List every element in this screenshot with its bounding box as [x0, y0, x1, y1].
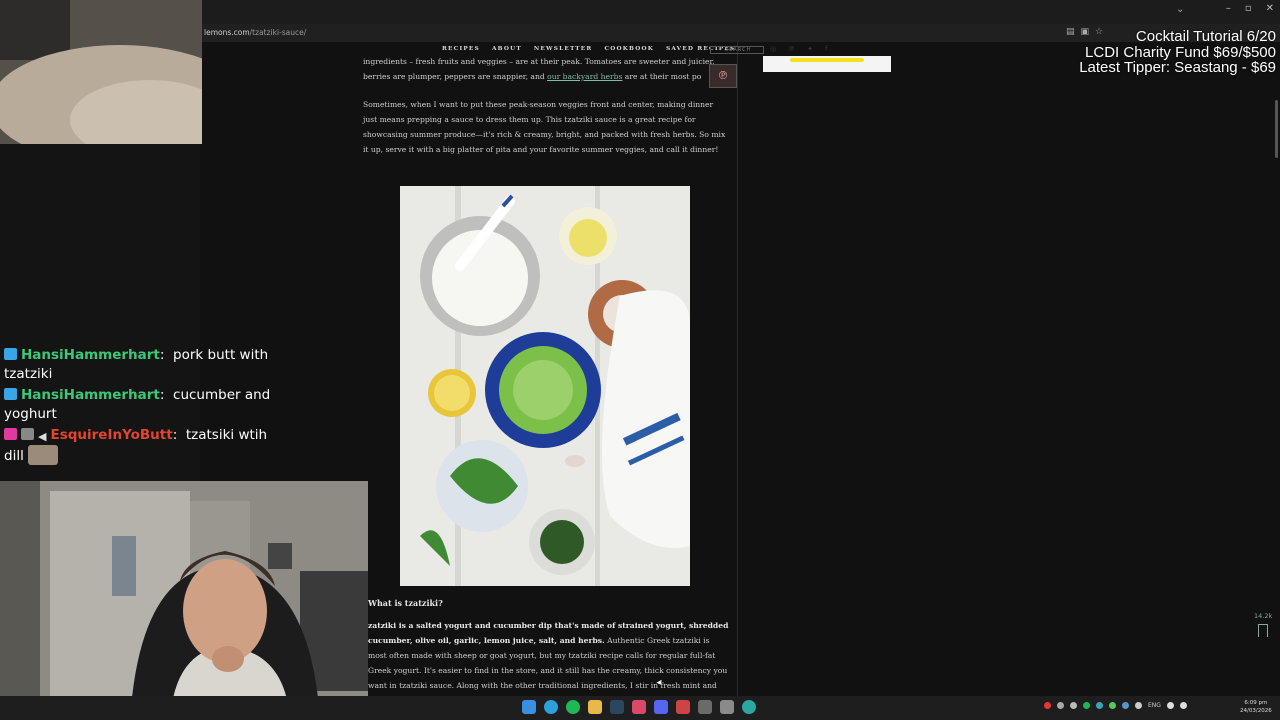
minimize-button[interactable]: – — [1226, 3, 1231, 14]
speaker-badge-icon: ◀ — [38, 430, 47, 443]
tzatziki-ingredients-photo — [400, 186, 690, 586]
chat-username[interactable]: HansiHammerhart — [21, 347, 160, 363]
overlay-charity-fund: LCDI Charity Fund $69/$500 — [1085, 44, 1276, 61]
overlay-cocktail-tutorial: Cocktail Tutorial 6/20 — [1135, 28, 1276, 45]
bookmark-icon[interactable] — [1258, 624, 1268, 637]
pinterest-icon[interactable]: ℗ — [788, 45, 795, 53]
tray-icon[interactable] — [1109, 702, 1116, 709]
clock-date: 24/03/2026 — [1240, 708, 1272, 714]
save-count: 14.2k — [1254, 612, 1273, 620]
chat-separator: : — [159, 347, 165, 363]
address-bar-icons: ▤ ▣ ☆ — [1066, 27, 1103, 37]
instagram-icon[interactable]: ◎ — [770, 45, 776, 53]
overlay-latest-tipper: Latest Tipper: Seastang - $69 — [1079, 59, 1276, 76]
social-links: ◎ ℗ ✦ f — [770, 45, 827, 53]
network-icon[interactable] — [1166, 702, 1174, 709]
backyard-herbs-link[interactable]: our backyard herbs — [547, 72, 622, 81]
webcam-streamer-feed — [0, 481, 368, 720]
what-is-tzatziki-heading: What is tzatziki? — [368, 598, 443, 608]
site-nav: RECIPES ABOUT NEWSLETTER COOKBOOK SAVED … — [442, 46, 735, 52]
favorite-star-icon[interactable]: ☆ — [1095, 27, 1103, 37]
article-paragraph-1: ingredients – fresh fruits and veggies –… — [363, 54, 729, 84]
p1-line2: berries are plumper, peppers are snappie… — [363, 69, 729, 84]
chat-separator: : — [159, 387, 165, 403]
spotify-icon[interactable] — [566, 700, 580, 714]
twitter-icon[interactable]: ✦ — [807, 45, 813, 53]
chat-message: HansiHammerhart: pork butt with tzatziki — [4, 346, 274, 384]
photo-illustration — [400, 186, 690, 586]
steam-icon[interactable] — [610, 700, 624, 714]
taskbar-apps — [522, 700, 756, 714]
nav-item-cookbook[interactable]: COOKBOOK — [604, 46, 654, 52]
p3-rest: Authentic Greek tzatziki is most often m… — [368, 636, 728, 705]
chat-emote-icon — [27, 445, 58, 465]
tab-list-chevron-icon[interactable]: ⌄ — [1176, 4, 1184, 15]
tray-icon[interactable] — [1135, 702, 1142, 709]
webcam-top-image — [0, 0, 202, 144]
chat-message: HansiHammerhart: cucumber and yoghurt — [4, 386, 274, 424]
nav-item-recipes[interactable]: RECIPES — [442, 46, 480, 52]
p1-line2-post: are at their most po — [622, 72, 702, 81]
tray-icon[interactable] — [1070, 702, 1077, 709]
p1-line2-pre: berries are plumper, peppers are snappie… — [363, 72, 548, 81]
p1-line1: ingredients – fresh fruits and veggies –… — [363, 57, 715, 66]
crown-badge-icon — [4, 388, 17, 400]
app2-icon[interactable] — [698, 700, 712, 714]
chat-username[interactable]: HansiHammerhart — [21, 387, 160, 403]
taskbar: ENG 6:09 pm 24/03/2026 — [0, 696, 1280, 720]
taskbar-clock[interactable]: 6:09 pm 24/03/2026 — [1240, 699, 1272, 715]
clock-time: 6:09 pm — [1244, 700, 1268, 706]
start-button-icon[interactable] — [522, 700, 536, 714]
edge-browser-icon[interactable] — [742, 700, 756, 714]
language-indicator[interactable]: ENG — [1148, 702, 1161, 709]
article-paragraph-2: Sometimes, when I want to put these peak… — [363, 100, 726, 154]
screenshot-icon[interactable]: ▣ — [1081, 27, 1090, 37]
crown-badge-icon — [4, 348, 17, 360]
close-window-button[interactable]: ✕ — [1266, 3, 1274, 14]
url-domain: lemons.com — [204, 28, 250, 37]
reader-mode-icon[interactable]: ▤ — [1066, 27, 1075, 37]
bits-badge-icon — [21, 428, 34, 440]
url-path: /tzatziki-sauce/ — [249, 28, 307, 37]
webcam-top-feed — [0, 0, 202, 144]
facebook-icon[interactable]: f — [825, 45, 827, 53]
volume-icon[interactable] — [1179, 702, 1187, 709]
webcam-streamer-image — [0, 481, 368, 720]
window-controls: – ▫ ✕ — [1226, 3, 1274, 14]
app3-icon[interactable] — [720, 700, 734, 714]
file-explorer-icon[interactable] — [588, 700, 602, 714]
tray-icon[interactable] — [1096, 702, 1103, 709]
screen: ⌄ – ▫ ✕ lemons.com/tzatziki-sauce/ ▤ ▣ ☆… — [0, 0, 1280, 720]
chat-username[interactable]: EsquireInYoButt — [50, 427, 172, 443]
restore-button[interactable]: ▫ — [1245, 3, 1252, 14]
content-divider — [737, 42, 738, 696]
stream-chat: HansiHammerhart: pork butt with tzatziki… — [4, 346, 274, 468]
system-tray: ENG — [1044, 702, 1187, 709]
tray-record-icon[interactable] — [1044, 702, 1051, 709]
nav-item-about[interactable]: ABOUT — [492, 46, 522, 52]
tray-icon[interactable] — [1083, 702, 1090, 709]
telegram-icon[interactable] — [544, 700, 558, 714]
url-text[interactable]: lemons.com/tzatziki-sauce/ — [204, 28, 306, 37]
article-paragraph-3: zatziki is a salted yogurt and cucumber … — [368, 618, 730, 708]
nav-item-newsletter[interactable]: NEWSLETTER — [534, 46, 593, 52]
site-search-input[interactable]: SEARCH — [710, 46, 764, 54]
page-scrollbar[interactable] — [1275, 100, 1278, 158]
chat-message: ◀ EsquireInYoButt: tzatsiki wtih dill — [4, 426, 274, 466]
heart-badge-icon — [4, 428, 17, 440]
tray-icon[interactable] — [1122, 702, 1129, 709]
chat-separator: : — [172, 427, 178, 443]
discord-icon[interactable] — [654, 700, 668, 714]
tray-icon[interactable] — [1057, 702, 1064, 709]
pinterest-pin-button[interactable]: ℗ — [709, 64, 737, 88]
obs-icon[interactable] — [676, 700, 690, 714]
sidebar-ad-banner — [790, 58, 864, 62]
app-icon[interactable] — [632, 700, 646, 714]
